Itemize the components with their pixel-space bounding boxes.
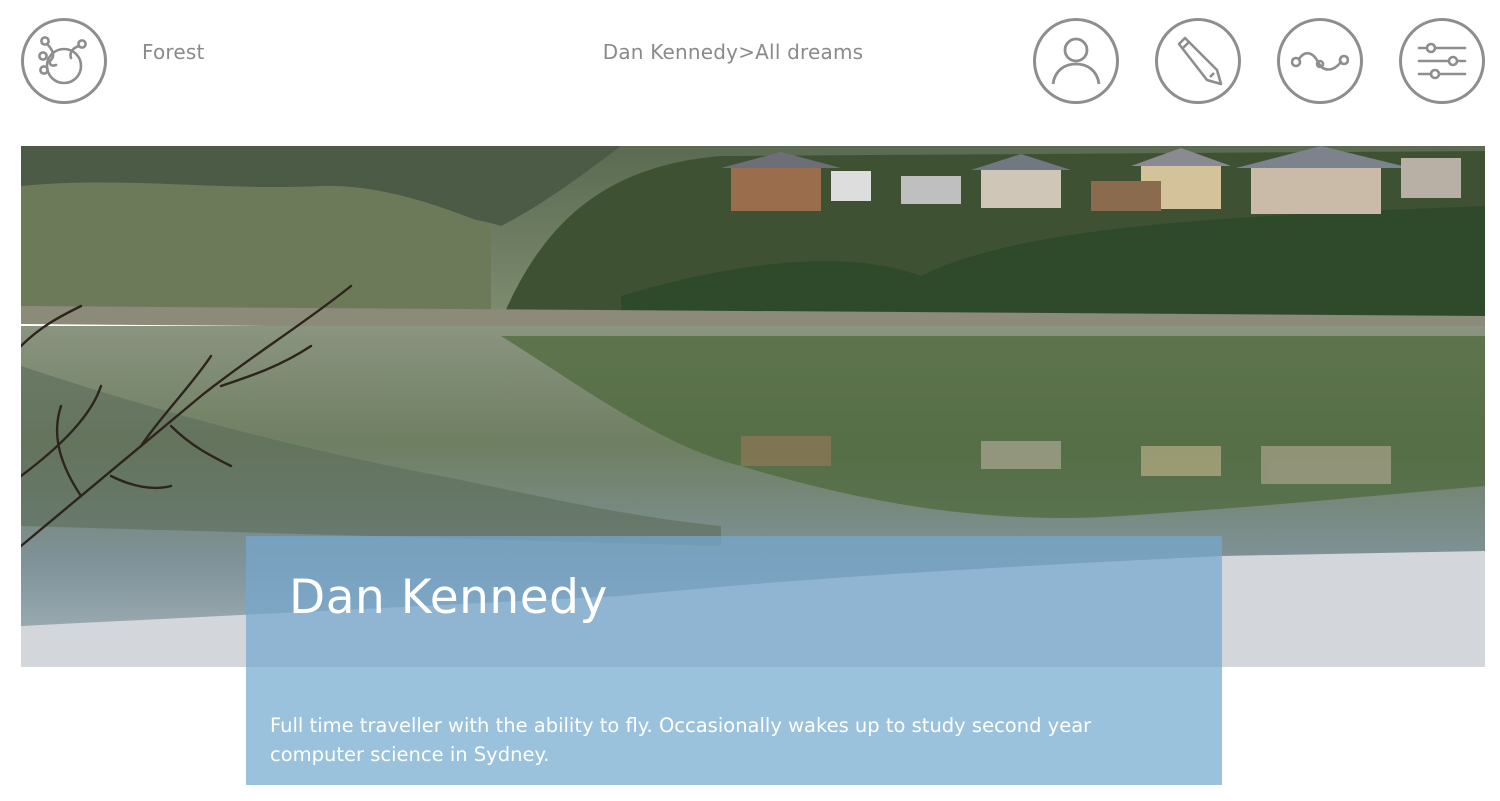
profile-name: Dan Kennedy bbox=[289, 570, 608, 625]
path-flow-icon[interactable] bbox=[1277, 18, 1363, 104]
profile-name-panel: Dan Kennedy bbox=[246, 536, 1222, 667]
profile-bio-panel: Full time traveller with the ability to … bbox=[246, 667, 1222, 785]
breadcrumb[interactable]: Dan Kennedy>All dreams bbox=[0, 40, 1466, 64]
user-profile-icon[interactable] bbox=[1033, 18, 1119, 104]
pencil-icon[interactable] bbox=[1155, 18, 1241, 104]
page: Forest Dan Kennedy>All dreams Dan Kenned… bbox=[0, 0, 1500, 801]
profile-bio: Full time traveller with the ability to … bbox=[270, 714, 1092, 766]
sliders-icon[interactable] bbox=[1399, 18, 1485, 104]
